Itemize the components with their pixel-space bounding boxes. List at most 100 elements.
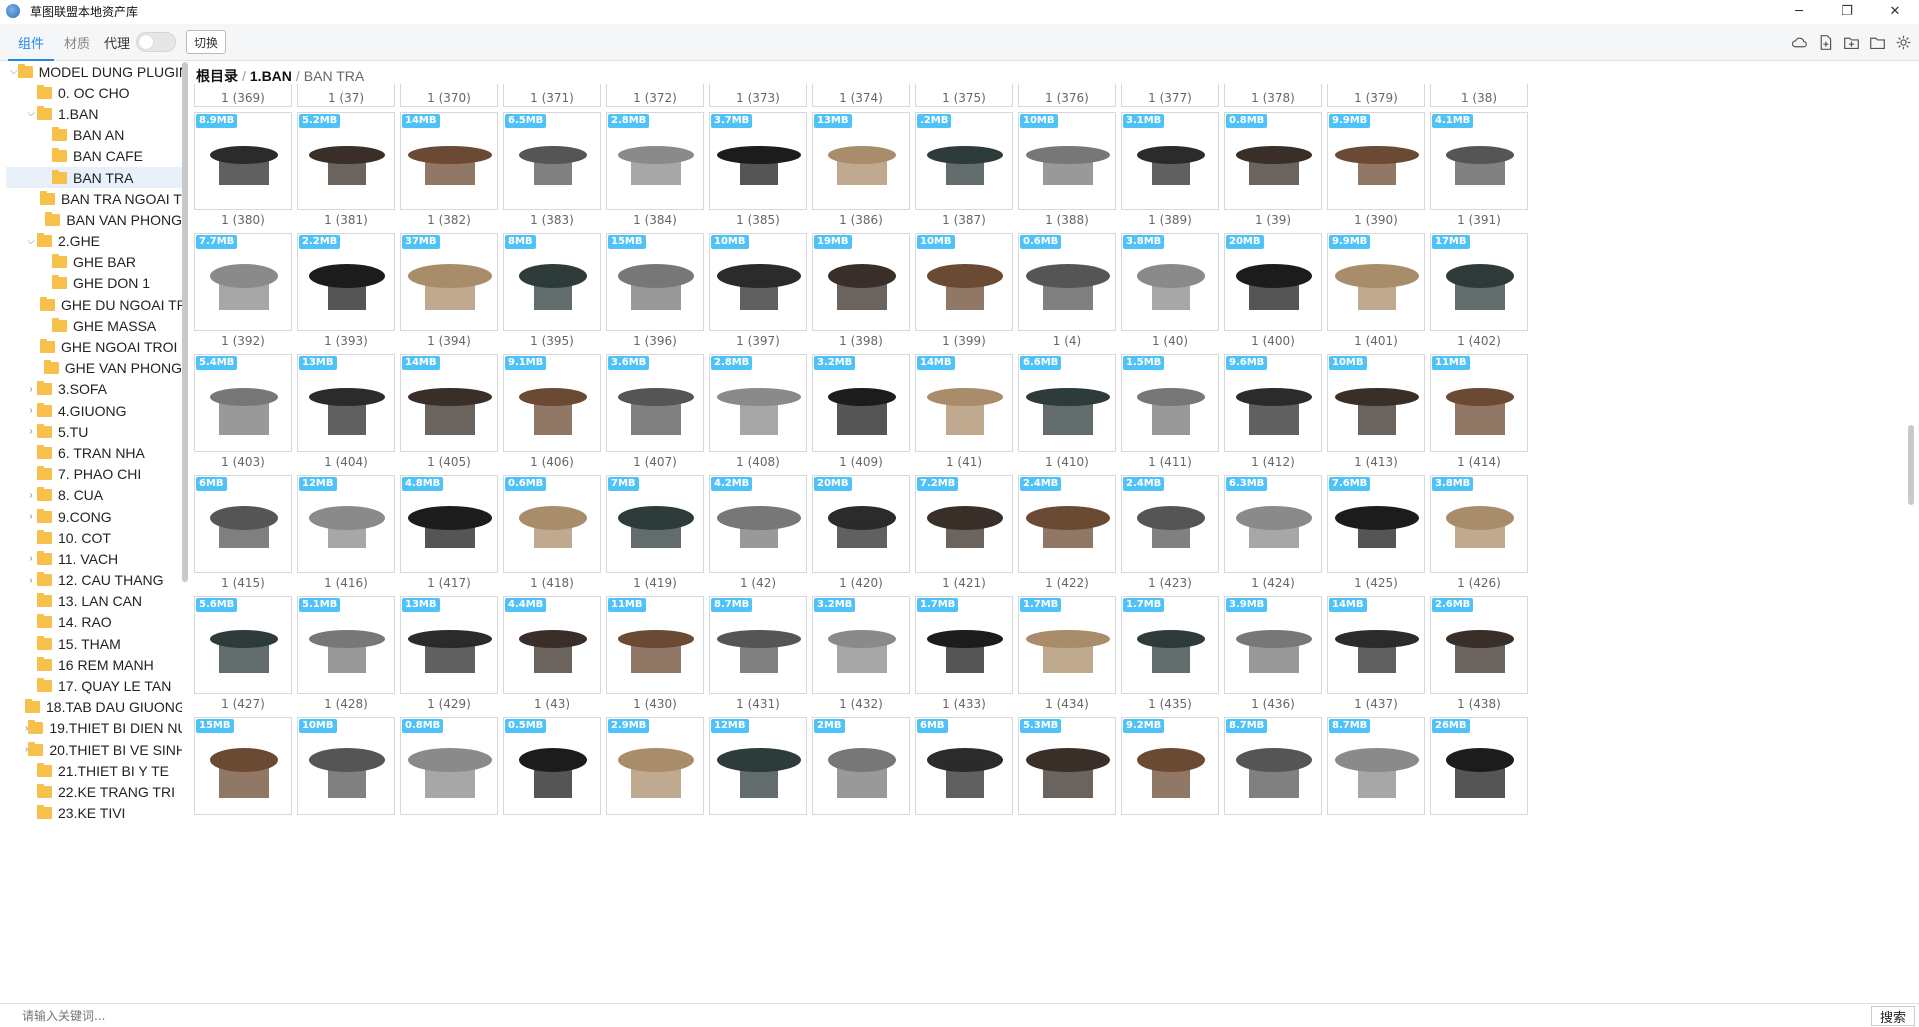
tree-item[interactable]: 7. PHAO CHI <box>6 464 182 485</box>
chevron-down-icon[interactable]: ⌵ <box>10 66 18 77</box>
asset-card[interactable]: 14MB <box>1327 596 1425 694</box>
asset-card[interactable]: 0.5MB <box>503 717 601 815</box>
tree-item[interactable]: ⌵ 1.BAN <box>6 103 182 124</box>
tree-item[interactable]: 18.TAB DAU GIUONG <box>6 697 182 718</box>
asset-card[interactable]: 3.8MB <box>1430 475 1528 573</box>
asset-card[interactable]: 5.6MB <box>194 596 292 694</box>
asset-card[interactable]: 0.6MB <box>1018 233 1116 331</box>
tree-item[interactable]: BAN TRA NGOAI TROI <box>6 188 182 209</box>
asset-card[interactable]: 2.9MB <box>606 717 704 815</box>
tree-item[interactable]: 10. COT <box>6 527 182 548</box>
asset-card[interactable]: 8MB <box>503 233 601 331</box>
switch-button[interactable]: 切换 <box>186 30 227 54</box>
tree-item[interactable]: GHE NGOAI TROI CO <box>6 336 182 357</box>
tree-item[interactable]: 17. QUAY LE TAN <box>6 675 182 696</box>
asset-card[interactable]: 4.1MB <box>1430 112 1528 210</box>
asset-card[interactable]: 14MB <box>915 354 1013 452</box>
asset-card[interactable]: 0.8MB <box>400 717 498 815</box>
close-button[interactable]: ✕ <box>1871 0 1919 22</box>
asset-card[interactable]: 12MB <box>297 475 395 573</box>
add-folder-icon[interactable] <box>1842 33 1861 52</box>
settings-icon[interactable] <box>1894 33 1913 52</box>
asset-card[interactable]: 9.1MB <box>503 354 601 452</box>
tree-item[interactable]: › 12. CAU THANG <box>6 570 182 591</box>
chevron-right-icon[interactable]: › <box>25 575 37 586</box>
asset-card[interactable]: 5.2MB <box>297 112 395 210</box>
chevron-right-icon[interactable]: › <box>25 405 37 416</box>
asset-card[interactable]: 3.6MB <box>606 354 704 452</box>
asset-card[interactable]: 6.3MB <box>1224 475 1322 573</box>
tree-item[interactable]: › 20.THIET BI VE SINH <box>6 739 182 760</box>
asset-card[interactable]: 2.4MB <box>1121 475 1219 573</box>
tree-item[interactable]: 23.KE TIVI <box>6 803 182 824</box>
asset-card[interactable]: .2MB <box>915 112 1013 210</box>
asset-card[interactable]: 7.2MB <box>915 475 1013 573</box>
asset-card[interactable]: 2.8MB <box>709 354 807 452</box>
asset-card[interactable]: 26MB <box>1430 717 1528 815</box>
asset-card[interactable]: 10MB <box>1327 354 1425 452</box>
asset-card[interactable]: 17MB <box>1430 233 1528 331</box>
asset-card[interactable]: 3.7MB <box>709 112 807 210</box>
asset-card[interactable]: 8.7MB <box>709 596 807 694</box>
asset-card[interactable]: 9.6MB <box>1224 354 1322 452</box>
asset-card[interactable]: 13MB <box>812 112 910 210</box>
tree-item[interactable]: › 8. CUA <box>6 485 182 506</box>
tree-item[interactable]: › 5.TU <box>6 421 182 442</box>
open-folder-icon[interactable] <box>1868 33 1887 52</box>
asset-card[interactable]: 8.7MB <box>1224 717 1322 815</box>
cloud-icon[interactable] <box>1790 33 1809 52</box>
tree-item[interactable]: ›19.THIET BI DIEN NUOC <box>6 718 182 739</box>
asset-card[interactable]: 2.8MB <box>606 112 704 210</box>
asset-card[interactable]: 37MB <box>400 233 498 331</box>
asset-card[interactable]: 8.7MB <box>1327 717 1425 815</box>
asset-card[interactable]: 8.9MB <box>194 112 292 210</box>
asset-card[interactable]: 2.2MB <box>297 233 395 331</box>
asset-card[interactable]: 5.4MB <box>194 354 292 452</box>
asset-card[interactable]: 15MB <box>606 233 704 331</box>
sidebar-scrollbar[interactable] <box>182 62 188 582</box>
chevron-down-icon[interactable]: ⌵ <box>25 236 37 247</box>
tree-item[interactable]: › 11. VACH <box>6 548 182 569</box>
asset-card[interactable]: 13MB <box>400 596 498 694</box>
asset-card[interactable]: 0.8MB <box>1224 112 1322 210</box>
asset-card[interactable]: 3.9MB <box>1224 596 1322 694</box>
tab-components[interactable]: 组件 <box>8 24 55 61</box>
tree-item[interactable]: BAN TRA <box>6 166 182 189</box>
asset-card[interactable]: 3.2MB <box>812 354 910 452</box>
chevron-right-icon[interactable]: › <box>25 553 37 564</box>
asset-card[interactable]: 6.6MB <box>1018 354 1116 452</box>
asset-card[interactable]: 13MB <box>297 354 395 452</box>
tree-item[interactable]: 15. THAM <box>6 633 182 654</box>
tree-item[interactable]: GHE VAN PHONG <box>6 358 182 379</box>
breadcrumb-root[interactable]: 根目录 <box>196 66 238 86</box>
asset-card[interactable]: 4.8MB <box>400 475 498 573</box>
asset-card[interactable]: 10MB <box>709 233 807 331</box>
asset-card[interactable]: 9.9MB <box>1327 112 1425 210</box>
asset-card[interactable]: 7.6MB <box>1327 475 1425 573</box>
tree-item[interactable]: 14. RAO <box>6 612 182 633</box>
asset-card[interactable]: 5.3MB <box>1018 717 1116 815</box>
tree-item[interactable]: GHE BAR <box>6 252 182 273</box>
tree-item[interactable]: 6. TRAN NHA <box>6 442 182 463</box>
search-button[interactable]: 搜索 <box>1870 1006 1915 1026</box>
breadcrumb-level1[interactable]: 1.BAN <box>250 68 292 84</box>
asset-card[interactable]: 19MB <box>812 233 910 331</box>
asset-card[interactable]: 4.4MB <box>503 596 601 694</box>
asset-card[interactable]: 20MB <box>812 475 910 573</box>
chevron-right-icon[interactable]: › <box>25 511 37 522</box>
asset-card[interactable]: 3.2MB <box>812 596 910 694</box>
grid-scrollbar[interactable] <box>1908 425 1914 505</box>
maximize-button[interactable]: ❐ <box>1823 0 1871 22</box>
asset-card[interactable]: 1.7MB <box>1121 596 1219 694</box>
tree-item[interactable]: › 4.GIUONG <box>6 400 182 421</box>
asset-card[interactable]: 3.8MB <box>1121 233 1219 331</box>
asset-card[interactable]: 6MB <box>915 717 1013 815</box>
asset-card[interactable]: 2.6MB <box>1430 596 1528 694</box>
asset-card[interactable]: 7MB <box>606 475 704 573</box>
asset-card[interactable]: 10MB <box>1018 112 1116 210</box>
asset-card[interactable]: 1.7MB <box>1018 596 1116 694</box>
asset-card[interactable]: 15MB <box>194 717 292 815</box>
asset-card[interactable]: 1.5MB <box>1121 354 1219 452</box>
asset-card[interactable]: 14MB <box>400 354 498 452</box>
tree-item[interactable]: GHE DON 1 <box>6 273 182 294</box>
